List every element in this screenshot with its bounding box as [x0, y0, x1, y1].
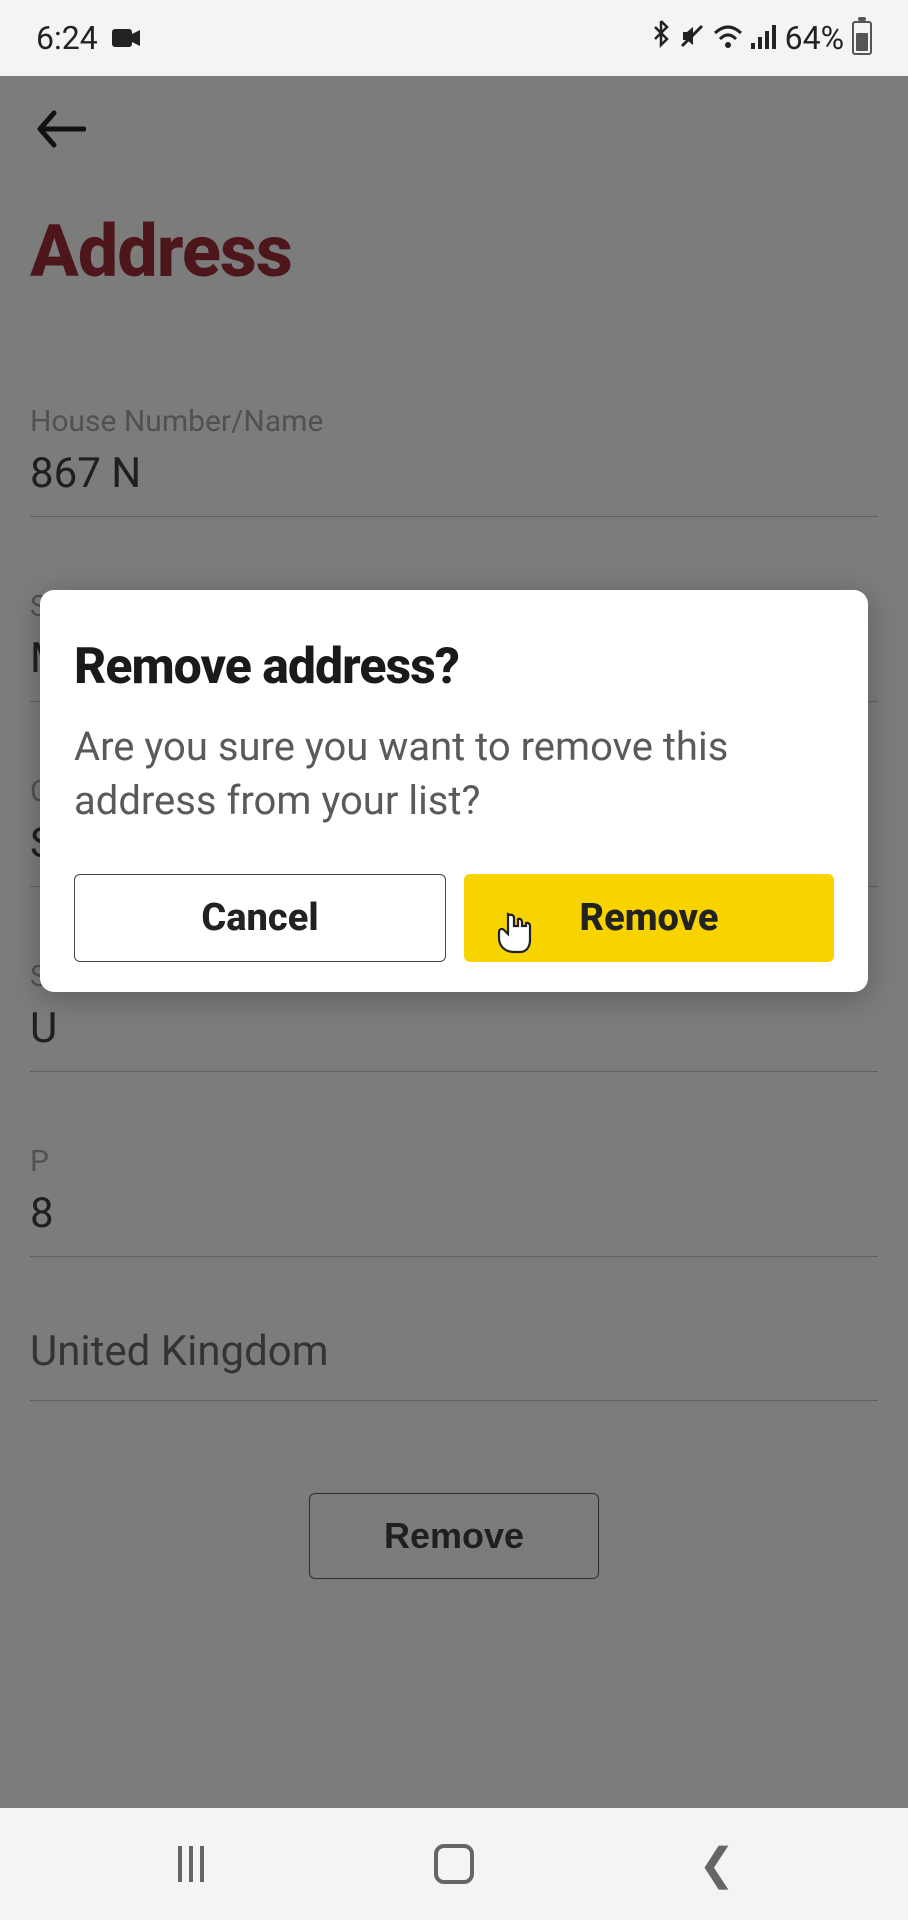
battery-percent: 64% [785, 19, 844, 57]
dialog-title: Remove address? [74, 638, 834, 696]
home-icon [434, 1844, 474, 1884]
battery-icon [852, 21, 872, 55]
status-bar: 6:24 64% [0, 0, 908, 76]
nav-recents-button[interactable] [131, 1834, 251, 1894]
wifi-icon [713, 19, 743, 57]
nav-back-button[interactable]: ❮ [657, 1834, 777, 1894]
dialog-body: Are you sure you want to remove this add… [74, 720, 834, 828]
cancel-button[interactable]: Cancel [74, 874, 446, 962]
confirm-remove-button[interactable]: Remove [464, 874, 834, 962]
video-camera-icon [112, 19, 142, 57]
back-icon: ❮ [698, 1838, 735, 1890]
recents-icon [178, 1846, 204, 1882]
nav-home-button[interactable] [394, 1834, 514, 1894]
signal-icon [751, 19, 777, 57]
status-time: 6:24 [36, 19, 98, 57]
mute-icon [679, 19, 705, 57]
bluetooth-icon [651, 19, 671, 57]
android-nav-bar: ❮ [0, 1808, 908, 1920]
remove-confirm-dialog: Remove address? Are you sure you want to… [40, 590, 868, 992]
